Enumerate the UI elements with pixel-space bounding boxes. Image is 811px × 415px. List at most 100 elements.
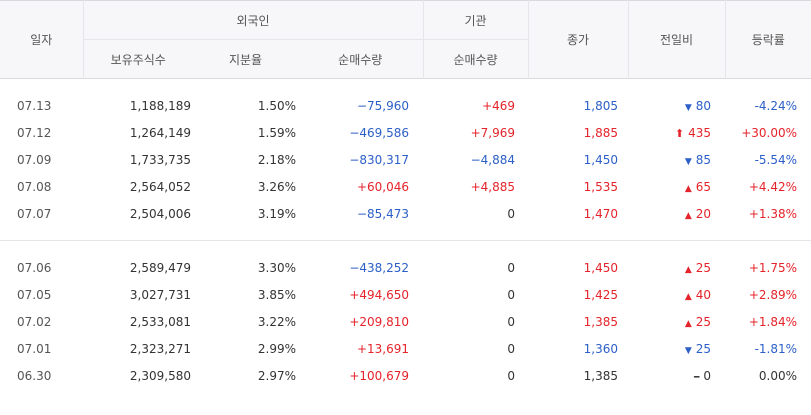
- holdings-cell: 2,533,081: [129, 314, 191, 329]
- foreign-net-cell: +494,650: [349, 287, 410, 302]
- close-cell: 1,885: [583, 125, 619, 140]
- table-row: 07.08 2,564,052 3.26% +60,046 +4,885 1,535 ▲ 65…: [0, 173, 811, 200]
- rate-cell: +4.42%: [748, 179, 798, 194]
- date-cell: 07.08: [17, 179, 52, 194]
- change-cell: ▲ 65: [628, 173, 725, 200]
- change-value: 20: [695, 206, 712, 221]
- up-triangle-icon: ▲: [684, 183, 692, 194]
- header-foreign: 외국인: [82, 0, 424, 40]
- close-cell: 1,425: [583, 287, 619, 302]
- foreign-net-cell: −438,252: [349, 260, 410, 275]
- down-triangle-icon: ▼: [684, 102, 692, 113]
- change-value: 435: [688, 125, 712, 140]
- holdings-cell: 2,564,052: [129, 179, 191, 194]
- close-cell: 1,470: [583, 206, 619, 221]
- header-change: 전일비: [627, 0, 726, 79]
- change-cell: ━ 0: [628, 362, 725, 389]
- table-row: 07.01 2,323,271 2.99% +13,691 0 1,360 ▼ 25 -1.81…: [0, 335, 811, 362]
- change-value: 40: [695, 287, 712, 302]
- table-row: 07.09 1,733,735 2.18% −830,317 −4,884 1,450 ▼ 8…: [0, 146, 811, 173]
- table-row: 07.07 2,504,006 3.19% −85,473 0 1,470 ▲ 20 +1.38…: [0, 200, 811, 227]
- table-row: 07.06 2,589,479 3.30% −438,252 0 1,450 ▲ 25 +1.7…: [0, 254, 811, 281]
- change-value: 25: [695, 314, 712, 329]
- inst-net-cell: −4,884: [470, 152, 516, 167]
- ratio-cell: 2.18%: [257, 152, 296, 167]
- foreign-net-cell: −830,317: [349, 152, 410, 167]
- ratio-cell: 2.97%: [257, 368, 296, 383]
- change-cell: ▼ 25: [628, 335, 725, 362]
- close-cell: 1,385: [583, 368, 619, 383]
- inst-net-cell: 0: [507, 341, 516, 356]
- group-spacer: [0, 79, 811, 93]
- ratio-cell: 3.19%: [257, 206, 296, 221]
- change-value: 25: [695, 260, 712, 275]
- inst-net-cell: 0: [507, 260, 516, 275]
- up-triangle-icon: ▲: [684, 291, 692, 302]
- change-value: 80: [695, 98, 712, 113]
- inst-net-cell: +7,969: [470, 125, 516, 140]
- change-cell: ▲ 25: [628, 254, 725, 281]
- holdings-cell: 2,589,479: [129, 260, 191, 275]
- holdings-cell: 2,504,006: [129, 206, 191, 221]
- holdings-cell: 1,733,735: [129, 152, 191, 167]
- holdings-cell: 2,323,271: [129, 341, 191, 356]
- rate-cell: -4.24%: [754, 98, 798, 113]
- foreign-net-cell: −85,473: [356, 206, 410, 221]
- date-cell: 07.02: [17, 314, 52, 329]
- date-cell: 07.05: [17, 287, 52, 302]
- change-value: 0: [703, 368, 712, 383]
- header-close: 종가: [527, 0, 629, 79]
- header-foreign-net: 순매수량: [298, 39, 424, 79]
- ratio-cell: 3.85%: [257, 287, 296, 302]
- ratio-cell: 1.59%: [257, 125, 296, 140]
- close-cell: 1,360: [583, 341, 619, 356]
- date-cell: 07.06: [17, 260, 52, 275]
- holdings-cell: 3,027,731: [129, 287, 191, 302]
- date-cell: 07.12: [17, 125, 52, 140]
- table-row: 06.30 2,309,580 2.97% +100,679 0 1,385 ━ 0 0.00%: [0, 362, 811, 389]
- change-cell: ▲ 20: [628, 200, 725, 227]
- ratio-cell: 3.30%: [257, 260, 296, 275]
- up-triangle-icon: ▲: [684, 210, 692, 221]
- change-value: 85: [695, 152, 712, 167]
- date-cell: 06.30: [17, 368, 52, 383]
- foreign-net-cell: +60,046: [356, 179, 410, 194]
- table-row: 07.12 1,264,149 1.59% −469,586 +7,969 1,885 ⬆ 4…: [0, 119, 811, 146]
- ratio-cell: 1.50%: [257, 98, 296, 113]
- header-date: 일자: [0, 0, 83, 79]
- inst-net-cell: 0: [507, 314, 516, 329]
- table-row: 07.13 1,188,189 1.50% −75,960 +469 1,805 ▼ 80 -4…: [0, 92, 811, 119]
- holdings-cell: 2,309,580: [129, 368, 191, 383]
- up-triangle-icon: ▲: [684, 264, 692, 275]
- rate-cell: +30.00%: [741, 125, 798, 140]
- change-cell: ▼ 85: [628, 146, 725, 173]
- table-row: 07.02 2,533,081 3.22% +209,810 0 1,385 ▲ 25 +1.8…: [0, 308, 811, 335]
- group-spacer: [0, 241, 811, 254]
- date-cell: 07.13: [17, 98, 52, 113]
- foreign-net-cell: −469,586: [349, 125, 410, 140]
- close-cell: 1,535: [583, 179, 619, 194]
- date-cell: 07.01: [17, 341, 52, 356]
- close-cell: 1,805: [583, 98, 619, 113]
- header-holdings: 보유주식수: [82, 39, 193, 79]
- change-cell: ⬆ 435: [628, 119, 725, 146]
- inst-net-cell: +469: [482, 98, 516, 113]
- upper-limit-arrow-icon: ⬆: [674, 126, 685, 140]
- table-row: 07.05 3,027,731 3.85% +494,650 0 1,425 ▲ 40 +2.8…: [0, 281, 811, 308]
- rate-cell: +1.75%: [748, 260, 798, 275]
- change-value: 65: [695, 179, 712, 194]
- header-inst-net: 순매수량: [422, 39, 529, 79]
- up-triangle-icon: ▲: [684, 318, 692, 329]
- group-spacer: [0, 227, 811, 240]
- header-institution: 기관: [422, 0, 529, 40]
- inst-net-cell: 0: [507, 368, 516, 383]
- investor-trading-table-container: 일자 외국인 기관 종가 전일비 등락률 보유주식수 지분율 순매수량 순매수량…: [0, 0, 811, 415]
- rate-cell: +1.84%: [748, 314, 798, 329]
- inst-net-cell: +4,885: [470, 179, 516, 194]
- close-cell: 1,385: [583, 314, 619, 329]
- change-cell: ▼ 80: [628, 92, 725, 119]
- ratio-cell: 3.26%: [257, 179, 296, 194]
- change-value: 25: [695, 341, 712, 356]
- foreign-net-cell: +209,810: [349, 314, 410, 329]
- foreign-net-cell: +13,691: [356, 341, 410, 356]
